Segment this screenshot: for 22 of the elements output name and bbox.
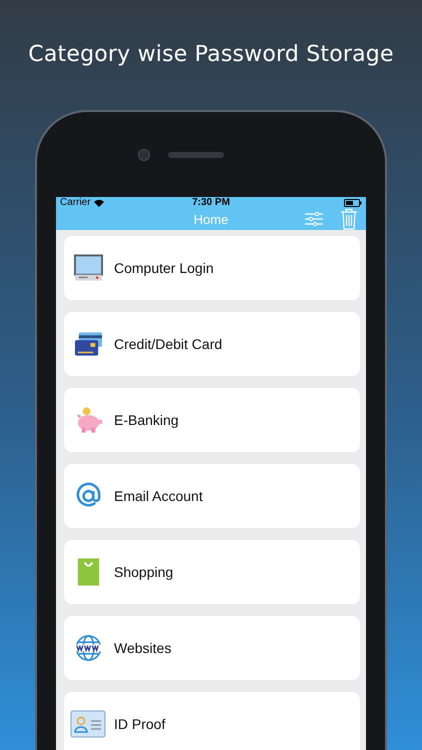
category-item[interactable]: Computer Login: [64, 236, 360, 300]
wifi-icon: [94, 198, 104, 206]
piggy-bank-icon: [74, 406, 103, 434]
status-time: 7:30 PM: [192, 197, 230, 208]
category-item[interactable]: Shopping: [64, 540, 360, 604]
nav-title: Home: [194, 212, 228, 226]
headline: Category wise Password Storage: [28, 42, 394, 67]
computer-icon: [74, 254, 103, 282]
trash-button[interactable]: [341, 208, 357, 230]
battery-icon: [344, 198, 362, 206]
credit-card-icon: [74, 330, 103, 358]
category-item[interactable]: Websites: [64, 616, 360, 680]
speaker-icon: [168, 152, 224, 158]
category-item[interactable]: E-Banking: [64, 388, 360, 452]
category-item[interactable]: ID Proof: [64, 692, 360, 750]
category-item[interactable]: Email Account: [64, 464, 360, 528]
category-item[interactable]: Credit/Debit Card: [64, 312, 360, 376]
globe-icon: [74, 634, 103, 662]
filter-button[interactable]: [305, 211, 323, 227]
camera-icon: [138, 148, 150, 160]
id-card-icon: [70, 710, 106, 738]
carrier-name: Carrier: [60, 197, 91, 208]
